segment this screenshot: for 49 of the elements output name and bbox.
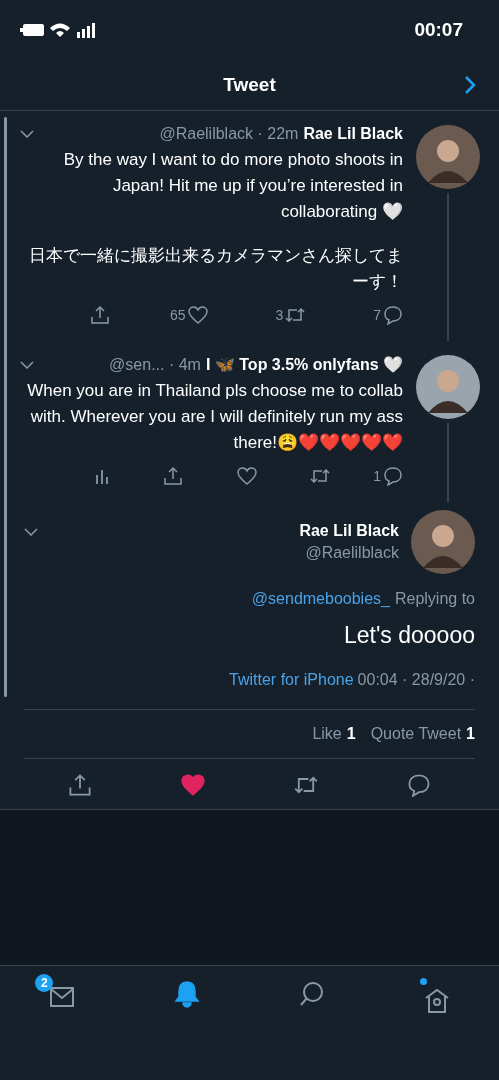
header-title: Tweet bbox=[223, 74, 276, 96]
share-icon[interactable] bbox=[90, 305, 110, 325]
author-name[interactable]: I 🦋 Top 3.5% onlyfans 🤍 bbox=[205, 355, 403, 374]
heart-icon[interactable] bbox=[236, 466, 257, 486]
heart-icon[interactable] bbox=[187, 305, 208, 325]
stat-label[interactable]: Quote Tweet bbox=[370, 725, 462, 743]
reply-icon[interactable] bbox=[382, 305, 403, 325]
action-count: 1 bbox=[373, 468, 381, 484]
unread-count-badge: 2 bbox=[35, 974, 54, 992]
search-icon[interactable] bbox=[297, 980, 326, 1008]
tweet-text: By the way I want to do more photo shoots in Japan! Hit me up if you’re interested in collaborating 🤍 bbox=[62, 149, 403, 223]
handle-and-time: @sen... · 4m bbox=[109, 355, 201, 374]
author-name[interactable]: Rae Lil Black bbox=[299, 522, 399, 540]
retweet-icon[interactable] bbox=[285, 305, 306, 325]
handle-and-time: @Raelilblack · 22m bbox=[159, 125, 299, 143]
stat-label[interactable]: Like bbox=[312, 725, 342, 743]
avatar[interactable] bbox=[416, 125, 480, 189]
bell-icon[interactable] bbox=[173, 980, 202, 1008]
tweet-timestamp: 00:04 · 28/9/20 · bbox=[357, 671, 475, 689]
tweet-text: 日本で一緒に撮影出来るカメラマンさん探してまーす！ bbox=[28, 245, 403, 293]
author-name[interactable]: Rae Lil Black bbox=[303, 125, 403, 143]
avatar[interactable] bbox=[416, 355, 480, 419]
action-count: 3 bbox=[275, 307, 284, 323]
status-time: 00:07 bbox=[414, 19, 463, 41]
mention-link[interactable]: @sendmeboobies_ bbox=[251, 590, 390, 608]
tweet-text: When you are in Thailand pls choose me to collab with. Wherever you are I will definitely run my ass there!😩❤❤❤❤❤ bbox=[26, 380, 403, 454]
author-handle: @Raelilblack bbox=[305, 544, 399, 562]
share-icon[interactable] bbox=[163, 466, 184, 486]
action-count: 7 bbox=[373, 307, 381, 323]
avatar[interactable] bbox=[411, 510, 475, 574]
source-link[interactable]: Twitter for iPhone bbox=[229, 671, 354, 689]
wifi-icon bbox=[50, 22, 70, 38]
reply-icon[interactable] bbox=[383, 466, 403, 486]
chevron-down-icon[interactable] bbox=[24, 528, 38, 536]
share-icon[interactable] bbox=[68, 773, 93, 797]
action-count: 65 bbox=[170, 307, 186, 323]
replying-label: Replying to bbox=[394, 590, 475, 608]
chevron-down-icon[interactable] bbox=[20, 360, 34, 369]
reply-icon[interactable] bbox=[406, 773, 431, 797]
tweet-text: Let's dooooo bbox=[343, 622, 475, 649]
analytics-icon[interactable] bbox=[94, 467, 110, 485]
retweet-icon[interactable] bbox=[309, 466, 330, 486]
heart-icon[interactable] bbox=[181, 773, 206, 797]
mail-icon[interactable] bbox=[49, 986, 76, 1008]
chevron-down-icon[interactable] bbox=[20, 130, 34, 138]
signal-icon bbox=[76, 22, 96, 38]
battery-icon bbox=[20, 24, 44, 36]
stat-count: 1 bbox=[466, 725, 475, 743]
stat-count: 1 bbox=[346, 725, 356, 743]
